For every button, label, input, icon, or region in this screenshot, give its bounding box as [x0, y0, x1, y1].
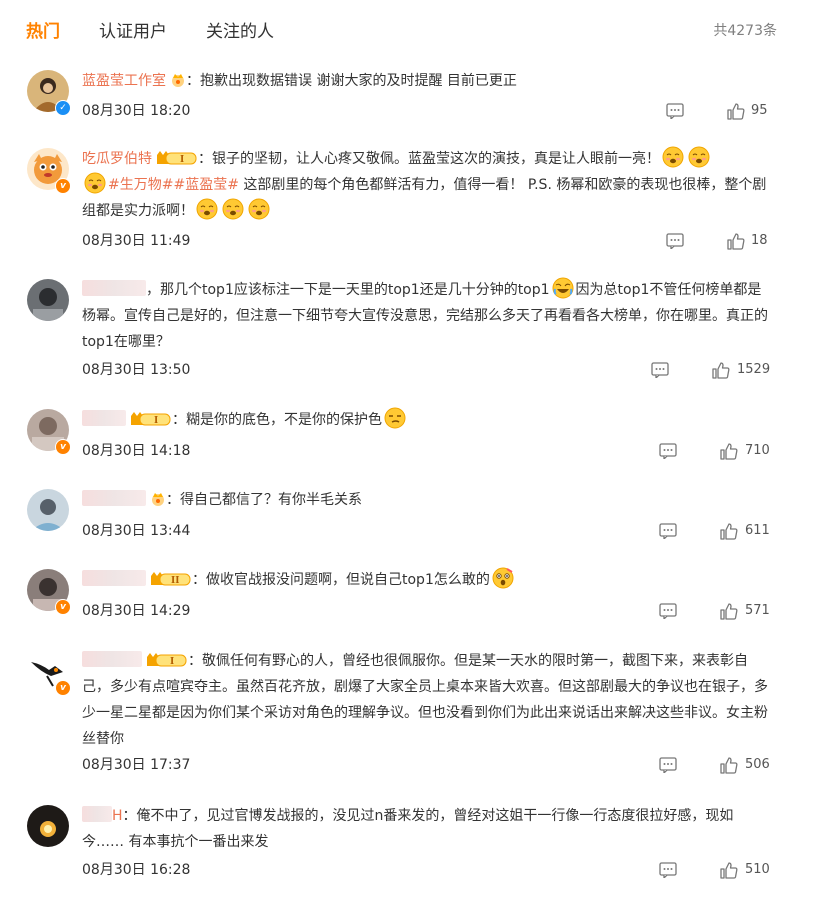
- svg-text:I: I: [154, 416, 158, 426]
- comment-body: 蓝盈莹工作室 ：抱歉出现数据错误 谢谢大家的及时提醒 目前已更正: [82, 68, 775, 94]
- reply-icon[interactable]: [659, 443, 677, 459]
- verified-icon: v: [55, 599, 71, 615]
- emoji-icon: [222, 198, 244, 220]
- comment-text: 糊是你的底色，不是你的保护色: [186, 412, 382, 428]
- separator: ：: [188, 653, 202, 669]
- svg-text:I: I: [170, 657, 174, 667]
- comment-body: II ：做收官战报没问题啊，但说自己top1怎么敢的: [82, 567, 775, 593]
- svg-text:II: II: [171, 576, 179, 586]
- crown-icon: [150, 490, 166, 506]
- separator: ：: [122, 808, 137, 824]
- emoji-icon: [552, 277, 574, 299]
- comment-time: 08月30日 11:49: [82, 233, 191, 249]
- like-count: 611: [745, 523, 770, 538]
- level-badge-icon: II: [150, 570, 192, 586]
- like-icon[interactable]: [727, 232, 745, 250]
- comment-text: 那几个top1应该标注一下是一天里的top1还是几十分钟的top1: [160, 282, 550, 298]
- separator: ，: [146, 282, 160, 298]
- reply-icon[interactable]: [659, 757, 677, 773]
- verified-icon: ✓: [55, 100, 71, 116]
- comment-body: 吃瓜罗伯特 I ：银子的坚韧，让人心疼又敬佩。蓝盈莹这次的演技，真是让人眼前一亮！ #…: [82, 146, 775, 224]
- reply-icon[interactable]: [659, 862, 677, 878]
- comment-time: 08月30日 18:20: [82, 103, 191, 119]
- separator: ：: [186, 73, 200, 89]
- crown-icon: [170, 71, 186, 87]
- comment-text: 得自己都信了？有你半毛关系: [180, 492, 362, 508]
- like-count: 571: [745, 603, 770, 618]
- comment-body: ：得自己都信了？有你半毛关系: [82, 487, 775, 513]
- emoji-icon: [492, 567, 514, 589]
- emoji-icon: [84, 172, 106, 194]
- comment-username[interactable]: [82, 570, 146, 586]
- like-count: 95: [751, 103, 768, 118]
- avatar[interactable]: [27, 489, 69, 531]
- comment-text: 抱歉出现数据错误 谢谢大家的及时提醒 目前已更正: [200, 73, 517, 89]
- like-count: 510: [745, 862, 770, 877]
- comment-body: ，那几个top1应该标注一下是一天里的top1还是几十分钟的top1 因为总top…: [82, 277, 775, 355]
- like-count: 506: [745, 757, 770, 772]
- avatar[interactable]: [27, 805, 69, 847]
- emoji-icon: [662, 146, 684, 168]
- like-icon[interactable]: [720, 522, 738, 540]
- comment-username[interactable]: [82, 490, 146, 506]
- verified-icon: v: [55, 178, 71, 194]
- comment-body: I ：敬佩任何有野心的人，曾经也很佩服你。但是某一天水的限时第一，截图下来，来表彰…: [82, 648, 775, 752]
- comment-username[interactable]: 吃瓜罗伯特: [82, 151, 152, 167]
- topic-link[interactable]: #蓝盈莹#: [173, 177, 238, 193]
- emoji-icon: [384, 407, 406, 429]
- separator: ：: [172, 412, 186, 428]
- level-badge-icon: I: [146, 651, 188, 667]
- like-count: 1529: [737, 362, 771, 377]
- comment-username[interactable]: 蓝盈莹工作室: [82, 73, 166, 89]
- comment-time: 08月30日 16:28: [82, 862, 191, 878]
- level-badge-icon: I: [156, 149, 198, 165]
- like-count: 710: [745, 443, 770, 458]
- tab-following[interactable]: 关注的人: [206, 17, 274, 42]
- separator: ：: [166, 492, 180, 508]
- comment-time: 08月30日 14:29: [82, 603, 191, 619]
- like-icon[interactable]: [720, 756, 738, 774]
- comment-username-fragment[interactable]: H: [112, 808, 123, 824]
- like-icon[interactable]: [727, 102, 745, 120]
- comment-time: 08月30日 13:44: [82, 523, 191, 539]
- tab-hot[interactable]: 热门: [26, 17, 60, 42]
- comment-text: 做收官战报没问题啊，但说自己top1怎么敢的: [206, 572, 490, 588]
- comment-time: 08月30日 13:50: [82, 362, 191, 378]
- tab-verified-users[interactable]: 认证用户: [99, 17, 167, 42]
- comment-tabs: 热门 认证用户 关注的人 共4273条: [0, 0, 815, 58]
- verified-icon: v: [55, 439, 71, 455]
- comment-username[interactable]: [82, 651, 142, 667]
- comment-time: 08月30日 14:18: [82, 443, 191, 459]
- emoji-icon: [248, 198, 270, 220]
- level-badge-icon: I: [130, 410, 172, 426]
- reply-icon[interactable]: [659, 603, 677, 619]
- reply-icon[interactable]: [659, 523, 677, 539]
- comment-text: 银子的坚韧，让人心疼又敬佩。蓝盈莹这次的演技，真是让人眼前一亮！: [212, 151, 660, 167]
- like-icon[interactable]: [720, 861, 738, 879]
- comment-time: 08月30日 17:37: [82, 757, 191, 773]
- comment-username[interactable]: [82, 806, 112, 822]
- separator: ：: [198, 151, 212, 167]
- like-count: 18: [751, 233, 768, 248]
- comment-body: I ：糊是你的底色，不是你的保护色: [82, 407, 775, 433]
- verified-icon: v: [55, 680, 71, 696]
- avatar[interactable]: [27, 279, 69, 321]
- emoji-icon: [196, 198, 218, 220]
- reply-icon[interactable]: [651, 362, 669, 378]
- like-icon[interactable]: [720, 602, 738, 620]
- emoji-icon: [688, 146, 710, 168]
- comment-username[interactable]: [82, 410, 126, 426]
- comment-username[interactable]: [82, 280, 146, 296]
- separator: ：: [192, 572, 206, 588]
- comment-body: H：俺不中了，见过官博发战报的，没见过n番来发的，曾经对这姐干一行像一行态度很拉…: [82, 803, 775, 855]
- svg-text:I: I: [180, 155, 184, 165]
- comment-total: 共4273条: [713, 23, 777, 39]
- comment-text: 俺不中了，见过官博发战报的，没见过n番来发的，曾经对这姐干一行像一行态度很拉好感…: [82, 808, 734, 850]
- reply-icon[interactable]: [666, 233, 684, 249]
- topic-link[interactable]: #生万物#: [108, 177, 173, 193]
- like-icon[interactable]: [712, 361, 730, 379]
- like-icon[interactable]: [720, 442, 738, 460]
- reply-icon[interactable]: [666, 103, 684, 119]
